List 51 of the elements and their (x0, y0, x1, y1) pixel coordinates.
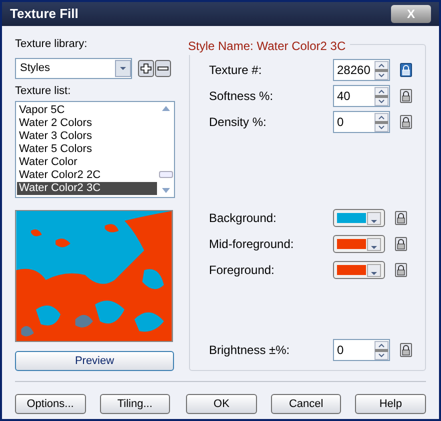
dialog-button[interactable]: Help (355, 394, 426, 414)
spin-field[interactable]: 40 (333, 85, 390, 107)
list-item[interactable]: Water 2 Colors (17, 117, 157, 130)
remove-icon[interactable] (155, 60, 171, 76)
list-item[interactable]: Water 3 Colors (17, 130, 157, 143)
field-label: Mid-foreground: (209, 236, 295, 253)
spin-field[interactable]: 0 (333, 111, 390, 133)
lock-icon[interactable] (400, 63, 412, 77)
scrollbar-thumb[interactable] (158, 171, 172, 178)
lock-icon[interactable] (400, 115, 412, 129)
field-label: Texture library: (15, 37, 88, 52)
dialog-button[interactable]: OK (186, 394, 257, 414)
preview-button[interactable]: Preview (15, 351, 174, 371)
window-title: Texture Fill (10, 5, 78, 24)
lock-icon[interactable] (395, 211, 407, 225)
scroll-up-icon[interactable] (162, 106, 170, 111)
dialog-button[interactable]: Cancel (270, 394, 342, 414)
field-label: Density %: (209, 114, 268, 131)
library-dropdown[interactable]: Styles (15, 58, 132, 78)
color-picker[interactable] (333, 235, 385, 253)
caret-icon (115, 60, 131, 76)
spin-field[interactable]: 28260 (333, 59, 390, 81)
field-label: Brightness ±%: (209, 342, 291, 359)
list-item[interactable]: Vapor 5C (17, 104, 157, 117)
lock-icon[interactable] (400, 89, 412, 103)
lock-icon[interactable] (395, 263, 407, 277)
spinner-icon (374, 87, 389, 106)
spinner-icon (374, 61, 389, 80)
scroll-down-icon[interactable] (162, 188, 170, 193)
field-label: Foreground: (209, 262, 276, 279)
list-item[interactable]: Water Color2 3C (17, 182, 157, 195)
caret-icon (367, 264, 381, 276)
dialog-button[interactable]: Tiling... (100, 394, 170, 414)
spinner-icon (374, 341, 389, 360)
caret-icon (367, 238, 381, 250)
field-label: Background: (209, 210, 278, 227)
color-picker[interactable] (333, 209, 385, 227)
list-item[interactable]: Water 5 Colors (17, 143, 157, 156)
field-label: Softness %: (209, 88, 274, 105)
field-label: Texture #: (209, 62, 263, 79)
spinner-icon (374, 113, 389, 132)
caret-icon (367, 212, 381, 224)
spin-field[interactable]: 0 (333, 339, 390, 361)
dialog-button[interactable]: Options... (15, 394, 86, 414)
lock-icon[interactable] (395, 237, 407, 251)
list-item[interactable]: Water Color2 2C (17, 169, 157, 182)
color-picker[interactable] (333, 261, 385, 279)
field-label: Texture list: (15, 84, 72, 98)
lock-icon[interactable] (400, 343, 412, 357)
add-icon[interactable] (138, 60, 154, 76)
list-item[interactable]: Water Color (17, 156, 157, 169)
